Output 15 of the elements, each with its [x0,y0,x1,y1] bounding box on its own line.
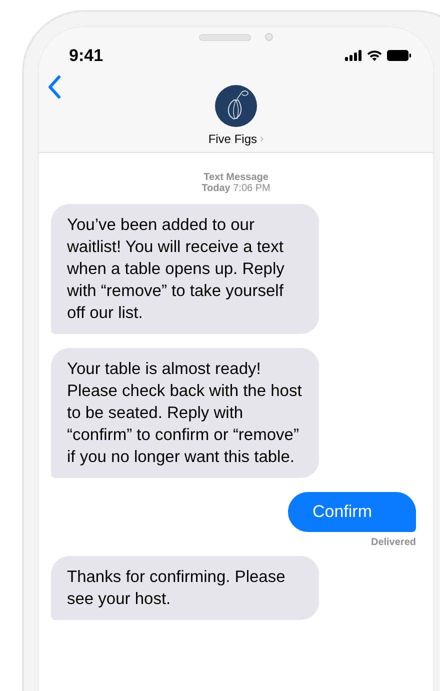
status-time: 9:41 [69,45,104,67]
speaker-grille [199,34,251,40]
signal-icon [345,50,362,62]
battery-icon [387,50,411,62]
message-timestamp: Today 7:06 PM [202,183,270,195]
fig-logo-avatar[interactable] [215,85,257,127]
wifi-icon [367,50,382,62]
incoming-message-bubble: Thanks for confirming. Please see your host. [51,556,319,620]
incoming-message-bubble: Your table is almost ready! Please check back with the host to be seated. Reply with “confirm” to confirm or “remove” if you no longer want this table. [51,348,319,478]
delivery-status: Delivered [370,536,416,550]
incoming-message-bubble: You’ve been added to our waitlist! You will receive a text when a table opens up. Reply with “remove” to take yourself off our list. [51,204,319,334]
contact-name[interactable]: Five Figs [208,130,257,148]
outgoing-message-bubble: Confirm [288,492,416,532]
message-service-label: Text Message [204,172,268,183]
back-chevron-icon[interactable] [47,74,61,98]
